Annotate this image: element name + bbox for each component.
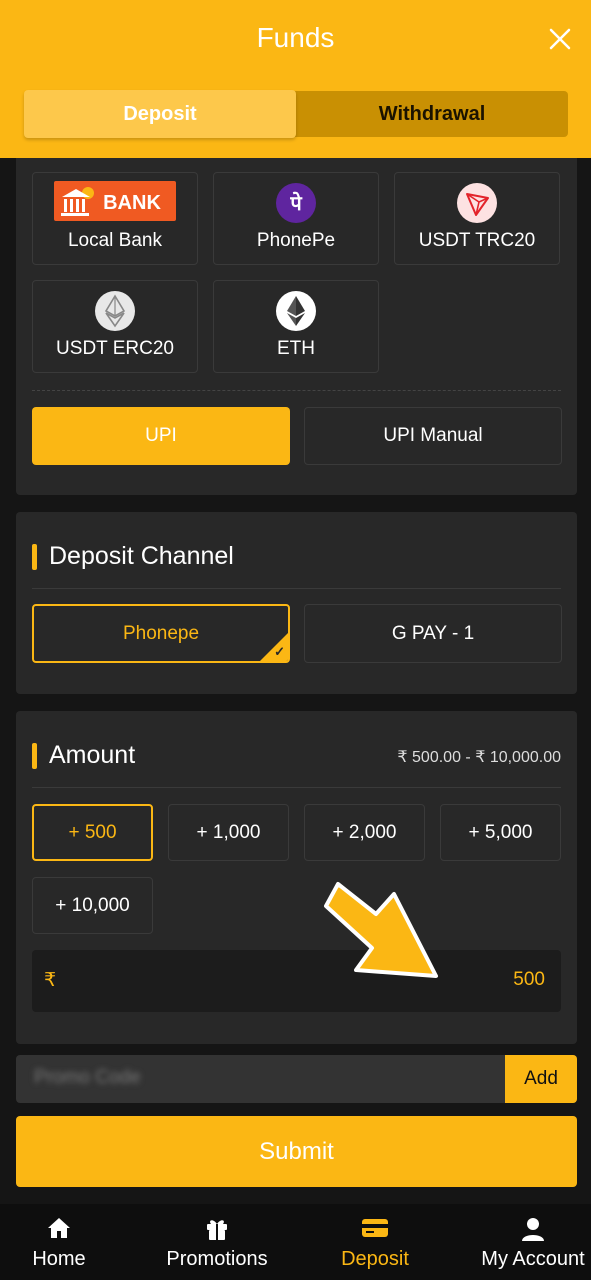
bottom-nav: Home Promotions Deposit My Account xyxy=(0,1204,591,1280)
nav-label: Deposit xyxy=(341,1248,409,1270)
svg-text:पे: पे xyxy=(289,191,303,215)
accent-bar xyxy=(32,543,37,570)
channel-label: Phonepe xyxy=(122,622,200,644)
page-title: Funds xyxy=(256,22,335,53)
channel-phonepe[interactable]: Phonepe ✓ xyxy=(32,604,290,663)
channel-gpay-1[interactable]: G PAY - 1 xyxy=(304,604,562,663)
currency-symbol: ₹ xyxy=(44,970,57,991)
section-title-text: Deposit Channel xyxy=(49,542,234,570)
bank-logo-text: BANK xyxy=(103,192,161,214)
deposit-channel-card: Deposit Channel Phonepe ✓ G PAY - 1 xyxy=(16,512,577,694)
add-button[interactable]: Add xyxy=(505,1055,577,1103)
card-icon xyxy=(362,1219,388,1237)
amount-chip-500[interactable]: + 500 xyxy=(32,804,153,861)
submit-button[interactable]: Submit xyxy=(16,1116,577,1187)
nav-home[interactable]: Home xyxy=(16,1204,102,1280)
gift-icon xyxy=(207,1220,227,1240)
method-eth[interactable]: ETH xyxy=(213,280,379,373)
nav-label: Promotions xyxy=(166,1248,268,1270)
header: Funds Deposit Withdrawal xyxy=(0,0,591,158)
funds-tabs: Deposit Withdrawal xyxy=(24,90,568,138)
method-label: USDT ERC20 xyxy=(56,338,174,359)
section-title: Amount xyxy=(32,741,135,770)
divider xyxy=(32,390,561,391)
section-title-text: Amount xyxy=(49,741,136,769)
amount-input[interactable]: ₹ 500 xyxy=(32,950,561,1012)
method-label: PhonePe xyxy=(256,230,336,251)
amount-chip-1000[interactable]: + 1,000 xyxy=(168,804,289,861)
nav-deposit[interactable]: Deposit xyxy=(332,1204,418,1280)
payment-methods-card: BANK Local Bank पे PhonePe USDT TRC20 US… xyxy=(16,158,577,495)
option-upi-manual[interactable]: UPI Manual xyxy=(304,407,562,465)
close-icon[interactable] xyxy=(545,24,575,54)
option-upi[interactable]: UPI xyxy=(32,407,290,465)
pointer-arrow xyxy=(324,882,438,978)
ethereum-icon xyxy=(276,291,316,331)
home-icon xyxy=(48,1218,70,1238)
amount-card: Amount ₹ 500.00 - ₹ 10,000.00 + 500 + 1,… xyxy=(16,711,577,1044)
nav-label: My Account xyxy=(481,1248,585,1270)
divider xyxy=(32,588,561,589)
promo-placeholder: Promo Code xyxy=(34,1067,141,1088)
method-usdt-erc20[interactable]: USDT ERC20 xyxy=(32,280,198,373)
nav-promotions[interactable]: Promotions xyxy=(156,1204,278,1280)
nav-my-account[interactable]: My Account xyxy=(476,1204,590,1280)
promo-code-field[interactable]: Promo Code Add xyxy=(16,1055,577,1103)
phonepe-icon: पे xyxy=(276,183,316,223)
accent-bar xyxy=(32,742,37,769)
section-title: Deposit Channel xyxy=(32,542,234,571)
amount-chip-5000[interactable]: + 5,000 xyxy=(440,804,561,861)
method-phonepe[interactable]: पे PhonePe xyxy=(213,172,379,265)
check-icon: ✓ xyxy=(274,644,285,659)
user-icon xyxy=(522,1218,544,1241)
amount-chip-10000[interactable]: + 10,000 xyxy=(32,877,153,934)
amount-chip-2000[interactable]: + 2,000 xyxy=(304,804,425,861)
method-label: Local Bank xyxy=(67,230,162,251)
ethereum-gray-icon xyxy=(95,291,135,331)
nav-label: Home xyxy=(32,1248,86,1270)
divider xyxy=(32,787,561,788)
amount-range: ₹ 500.00 - ₹ 10,000.00 xyxy=(397,749,561,766)
method-usdt-trc20[interactable]: USDT TRC20 xyxy=(394,172,560,265)
method-local-bank[interactable]: BANK Local Bank xyxy=(32,172,198,265)
amount-value: 500 xyxy=(513,969,545,990)
method-label: ETH xyxy=(277,338,315,359)
tab-deposit[interactable]: Deposit xyxy=(24,90,296,138)
tron-icon xyxy=(457,183,497,223)
bank-logo: BANK xyxy=(54,181,176,221)
tab-withdrawal[interactable]: Withdrawal xyxy=(296,91,568,137)
method-label: USDT TRC20 xyxy=(418,230,536,251)
